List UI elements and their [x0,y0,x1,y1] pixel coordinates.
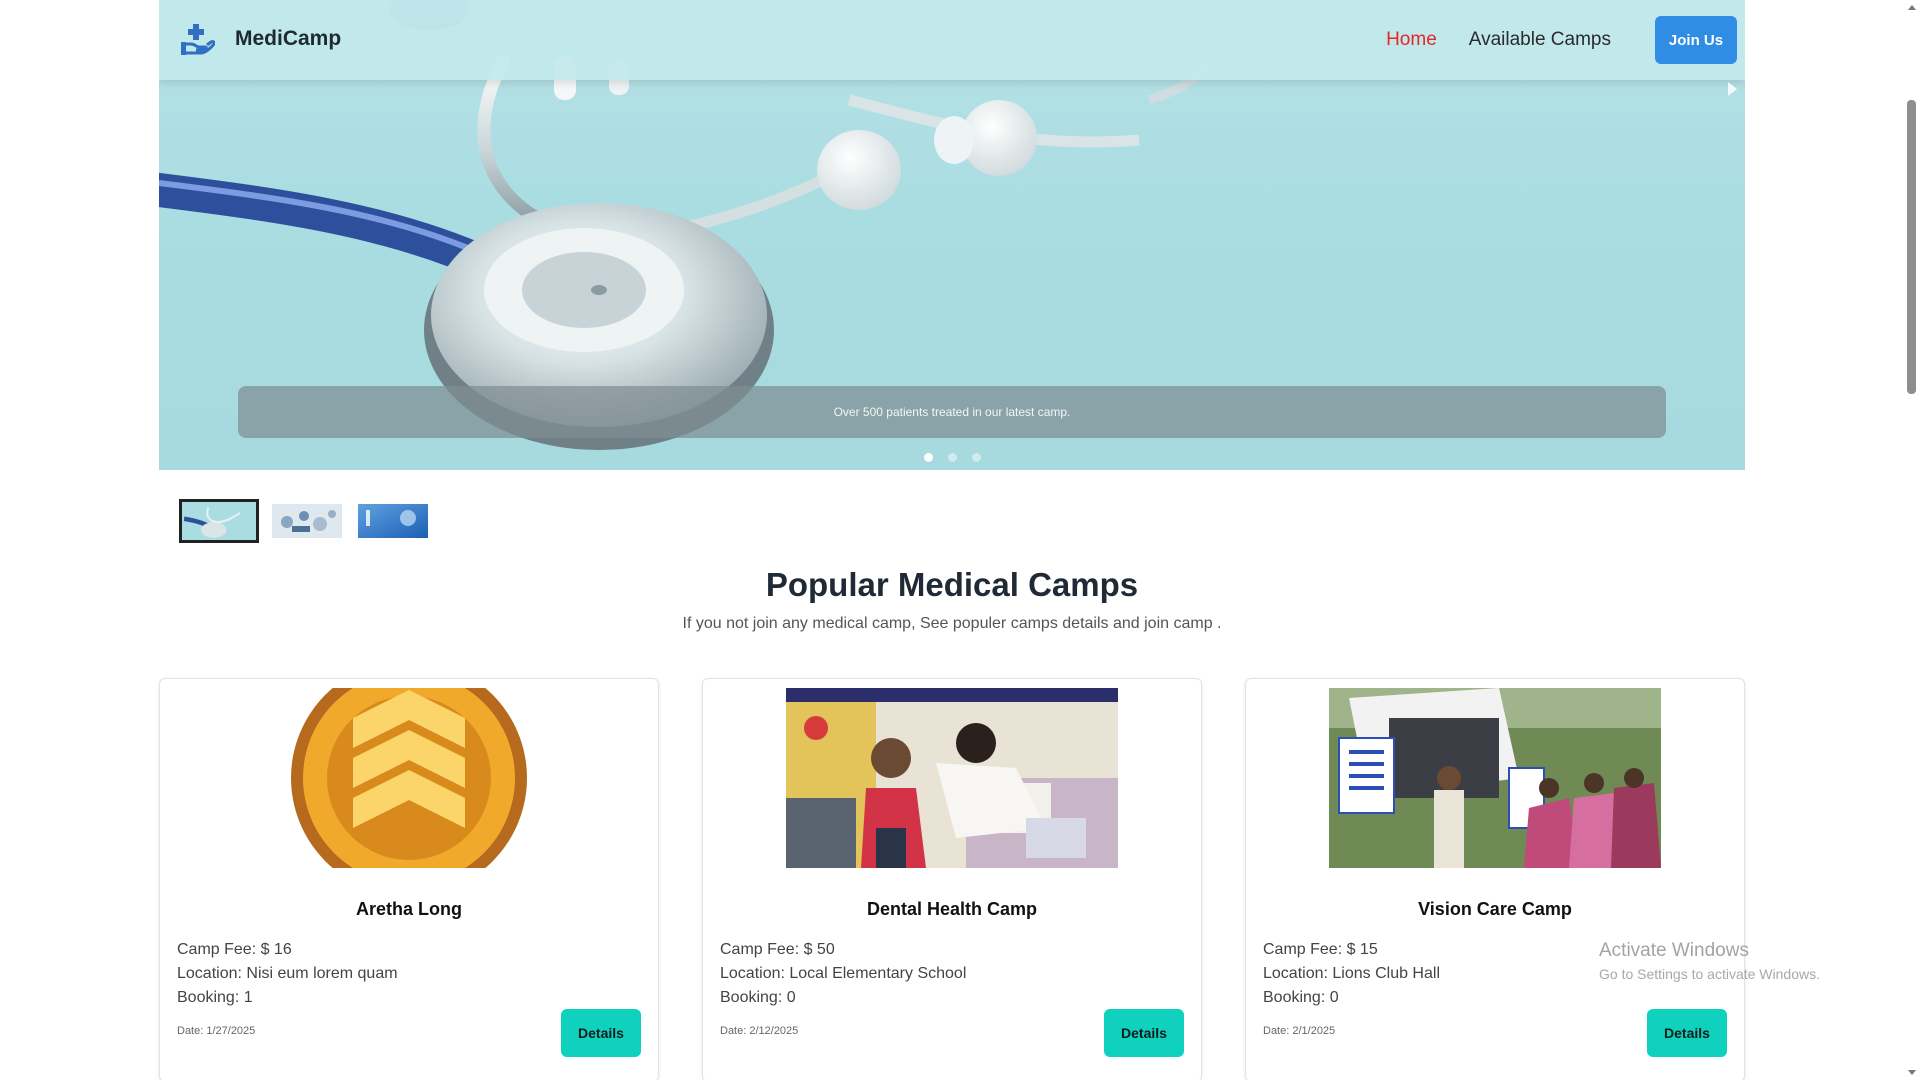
camp-location: Location: Local Elementary School [720,965,967,982]
page: MediCamp Home Available Camps Join Us Ov… [0,0,1920,1080]
navbar: MediCamp Home Available Camps Join Us [159,0,1745,80]
join-us-button[interactable]: Join Us [1655,16,1737,64]
camp-info: Camp Fee: $ 16 Location: Nisi eum lorem … [177,938,398,1010]
hero-caption-text: Over 500 patients treated in our latest … [833,405,1071,419]
thumbnail-2[interactable] [269,501,345,541]
carousel-dot-1[interactable] [923,453,933,462]
main-container: MediCamp Home Available Camps Join Us Ov… [159,0,1745,1080]
camp-location: Location: Lions Club Hall [1263,965,1440,982]
camp-date: Date: 1/27/2025 [177,1025,256,1037]
camp-info: Camp Fee: $ 50 Location: Local Elementar… [720,938,966,1010]
scroll-thumb[interactable] [1907,100,1916,394]
details-button[interactable]: Details [1104,1009,1184,1057]
scroll-down-icon[interactable] [1908,1070,1916,1075]
section-title: Popular Medical Camps [765,566,1139,603]
camp-image [1329,688,1661,868]
camp-fee: Camp Fee: $ 15 [1263,941,1378,958]
thumbnail-1[interactable] [179,499,259,543]
nav-link-available-camps[interactable]: Available Camps [1469,29,1611,51]
camp-title: Aretha Long [356,899,462,919]
camp-image [243,688,575,868]
camp-card: Dental Health Camp Camp Fee: $ 50 Locati… [702,678,1202,1080]
vertical-scrollbar[interactable] [1903,0,1920,1080]
brand-name: MediCamp [235,27,342,50]
next-slide-arrow-icon[interactable] [1728,82,1737,96]
carousel-dot-3[interactable] [971,453,981,462]
brand[interactable]: MediCamp [181,22,341,56]
camp-card: Aretha Long Camp Fee: $ 16 Location: Nis… [159,678,659,1080]
watermark-subtitle: Go to Settings to activate Windows. [1599,966,1820,982]
nav-links: Home Available Camps [1386,29,1611,51]
scroll-up-icon[interactable] [1908,5,1916,10]
medical-hand-icon [181,22,215,56]
camp-date: Date: 2/12/2025 [720,1025,799,1037]
camp-booking: Booking: 0 [720,989,796,1006]
camp-image [786,688,1118,868]
carousel-dot-2[interactable] [947,453,957,462]
hero-carousel[interactable]: MediCamp Home Available Camps Join Us Ov… [159,0,1745,470]
watermark-title: Activate Windows [1599,940,1749,961]
details-button[interactable]: Details [561,1009,641,1057]
hero-caption: Over 500 patients treated in our latest … [238,386,1666,438]
thumbnail-3[interactable] [355,501,431,541]
carousel-thumbnails [179,499,431,543]
camp-fee: Camp Fee: $ 16 [177,941,292,958]
camp-card: Vision Care Camp Camp Fee: $ 15 Location… [1245,678,1745,1080]
camp-location: Location: Nisi eum lorem quam [177,965,398,982]
details-button[interactable]: Details [1647,1009,1727,1057]
camp-date: Date: 2/1/2025 [1263,1025,1336,1037]
camp-booking: Booking: 0 [1263,989,1339,1006]
camp-title: Dental Health Camp [866,899,1038,919]
nav-link-home[interactable]: Home [1386,29,1437,51]
carousel-dots [159,453,1745,462]
activate-windows-watermark: Activate Windows Go to Settings to activ… [1599,940,1820,982]
camp-info: Camp Fee: $ 15 Location: Lions Club Hall… [1263,938,1440,1010]
section-subtitle: If you not join any medical camp, See po… [682,615,1222,632]
camp-title: Vision Care Camp [1418,899,1572,919]
camp-booking: Booking: 1 [177,989,253,1006]
camp-fee: Camp Fee: $ 50 [720,941,835,958]
